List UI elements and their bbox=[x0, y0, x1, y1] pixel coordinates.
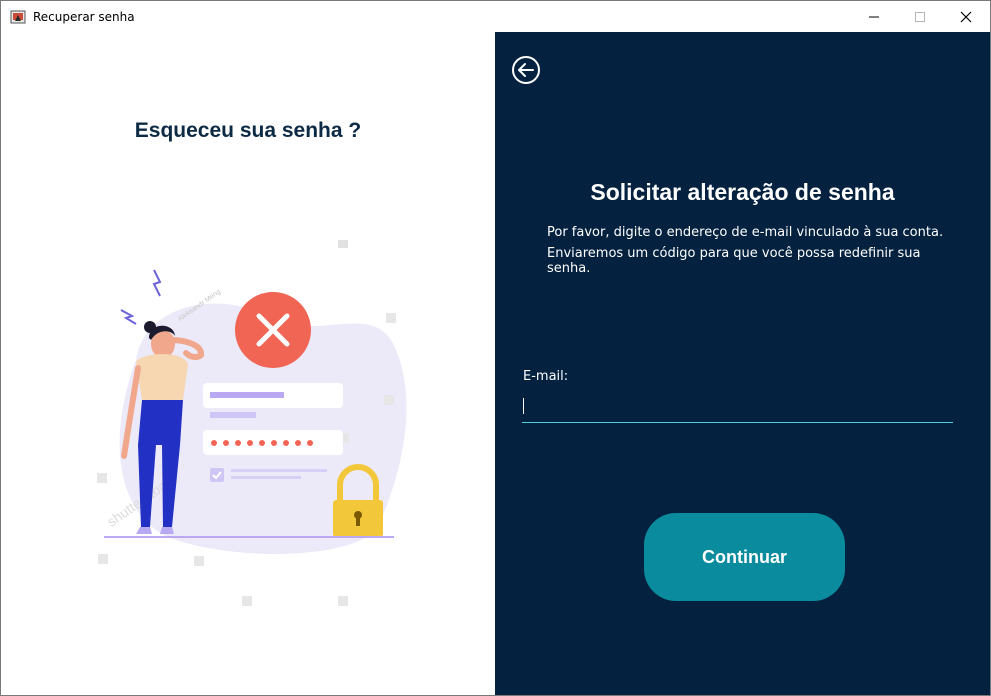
right-panel: Solicitar alteração de senha Por favor, … bbox=[495, 32, 990, 695]
forgot-password-illustration: shutterstock Aleksandr Meng bbox=[97, 240, 407, 606]
window-title: Recuperar senha bbox=[33, 10, 135, 24]
close-icon bbox=[960, 11, 972, 22]
forgot-password-heading: Esqueceu sua senha ? bbox=[134, 119, 362, 142]
email-input[interactable] bbox=[522, 392, 953, 423]
continue-button[interactable]: Continuar bbox=[644, 513, 845, 601]
description-line-2: Enviaremos um código para que você possa… bbox=[547, 246, 921, 276]
description-line-1: Por favor, digite o endereço de e-mail v… bbox=[547, 225, 944, 240]
maximize-icon bbox=[915, 11, 925, 22]
text-caret bbox=[523, 398, 524, 414]
left-panel: Esqueceu sua senha ? shutterstock Aleksa… bbox=[1, 32, 495, 695]
maximize-button[interactable] bbox=[897, 1, 943, 32]
close-button[interactable] bbox=[943, 1, 989, 32]
minimize-button[interactable] bbox=[851, 1, 897, 32]
java-app-icon bbox=[10, 10, 26, 24]
email-label: E-mail: bbox=[523, 369, 569, 384]
request-change-heading: Solicitar alteração de senha bbox=[590, 179, 895, 205]
title-bar: Recuperar senha bbox=[1, 1, 990, 32]
back-arrow-icon[interactable] bbox=[510, 54, 542, 86]
minimize-icon bbox=[869, 16, 879, 17]
app-window: Recuperar senha Esqueceu sua senha ? shu… bbox=[0, 0, 991, 696]
